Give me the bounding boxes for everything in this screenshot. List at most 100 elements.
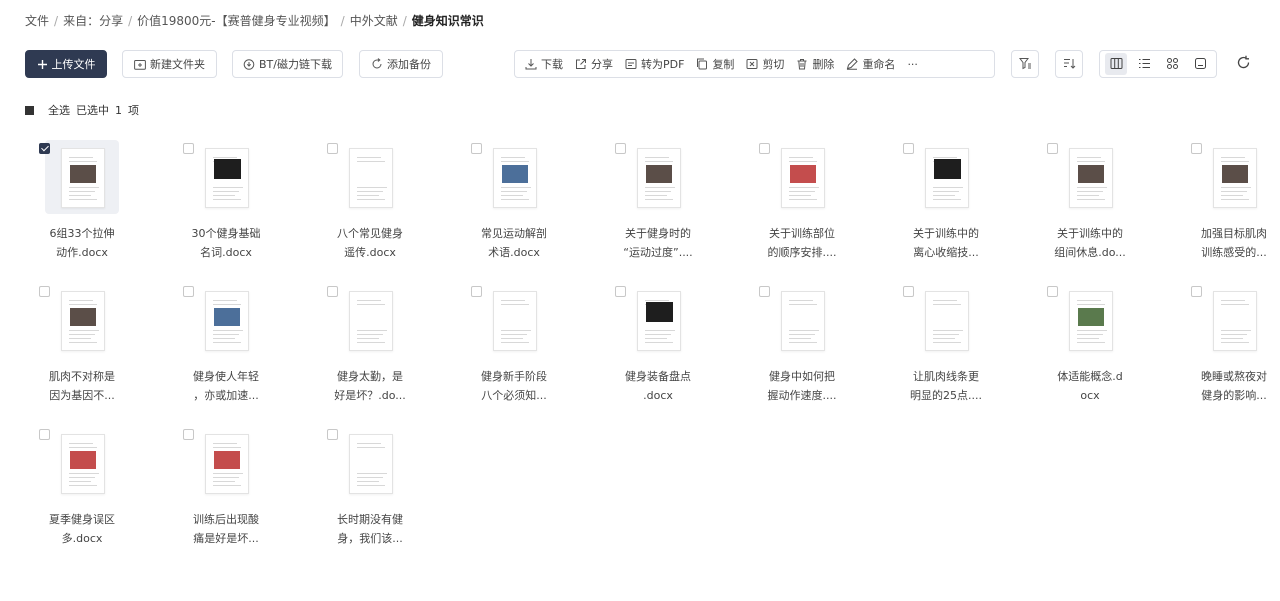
file-checkbox[interactable] — [183, 143, 194, 154]
filter-icon — [1018, 55, 1032, 74]
file-name-line-2: 八个必须知... — [481, 389, 547, 402]
file-item[interactable]: 健身中如何把 握动作速度.... — [730, 281, 874, 424]
file-name-line-1: 健身装备盘点 — [625, 370, 691, 383]
file-item[interactable]: 30个健身基础 名词.docx — [154, 138, 298, 281]
file-item[interactable]: 关于训练中的 组间休息.do... — [1018, 138, 1162, 281]
delete-button[interactable]: 删除 — [796, 56, 834, 72]
breadcrumb-item-current: 健身知识常识 — [411, 14, 484, 28]
breadcrumb-item-files[interactable]: 文件 — [25, 14, 49, 28]
file-checkbox[interactable] — [1191, 143, 1202, 154]
convert-pdf-button[interactable]: 转为PDF — [625, 56, 684, 72]
file-item[interactable]: 体适能概念.d ocx — [1018, 281, 1162, 424]
file-item[interactable]: 长时期没有健 身，我们该... — [298, 424, 442, 567]
file-item[interactable]: 健身使人年轻 ，亦或加速... — [154, 281, 298, 424]
file-item[interactable]: 6组33个拉伸 动作.docx — [10, 138, 154, 281]
file-name: 晚睡或熬夜对 健身的影响... — [1162, 367, 1280, 405]
file-item[interactable]: 健身太勤，是 好是坏？.do... — [298, 281, 442, 424]
copy-button[interactable]: 复制 — [696, 56, 734, 72]
file-name-line-2: 离心收缩技... — [913, 246, 979, 259]
file-name-line-1: 加强目标肌肉 — [1201, 227, 1267, 240]
file-name-line-2: ，亦或加速... — [193, 389, 259, 402]
copy-icon — [696, 58, 708, 70]
file-checkbox[interactable] — [327, 143, 338, 154]
file-checkbox[interactable] — [1047, 143, 1058, 154]
file-checkbox[interactable] — [615, 143, 626, 154]
download-button[interactable]: 下载 — [525, 56, 563, 72]
list-view-button[interactable] — [1133, 53, 1155, 75]
document-icon — [61, 291, 105, 351]
cut-icon — [746, 58, 758, 70]
select-all-checkbox[interactable] — [25, 105, 34, 115]
file-name: 健身装备盘点 .docx — [586, 367, 730, 405]
sort-button[interactable] — [1055, 50, 1083, 78]
file-item[interactable]: 夏季健身误区 多.docx — [10, 424, 154, 567]
magnet-icon — [243, 58, 255, 70]
breadcrumb-item-folder[interactable]: 价值19800元-【赛普健身专业视频】 — [137, 14, 336, 28]
file-checkbox[interactable] — [39, 143, 50, 154]
file-thumbnail-tile — [183, 426, 263, 500]
refresh-button[interactable] — [1233, 54, 1253, 74]
file-checkbox[interactable] — [471, 286, 482, 297]
file-item[interactable]: 常见运动解剖 术语.docx — [442, 138, 586, 281]
file-name: 加强目标肌肉 训练感受的... — [1162, 224, 1280, 262]
file-thumbnail-tile — [39, 283, 119, 357]
more-button[interactable]: ··· — [907, 58, 918, 71]
file-item[interactable]: 晚睡或熬夜对 健身的影响... — [1162, 281, 1280, 424]
file-checkbox[interactable] — [327, 429, 338, 440]
file-name-line-2: 动作.docx — [56, 246, 108, 259]
file-checkbox[interactable] — [1047, 286, 1058, 297]
file-item[interactable]: 训练后出现酸 痛是好是坏... — [154, 424, 298, 567]
file-checkbox[interactable] — [615, 286, 626, 297]
file-checkbox[interactable] — [903, 143, 914, 154]
file-name: 肌肉不对称是 因为基因不... — [10, 367, 154, 405]
file-checkbox[interactable] — [903, 286, 914, 297]
file-name: 关于训练中的 离心收缩技... — [874, 224, 1018, 262]
file-checkbox[interactable] — [759, 286, 770, 297]
file-thumbnail-tile — [39, 426, 119, 500]
file-item[interactable]: 八个常见健身 遥传.docx — [298, 138, 442, 281]
file-name-line-2: 训练感受的... — [1201, 246, 1267, 259]
file-item[interactable]: 肌肉不对称是 因为基因不... — [10, 281, 154, 424]
select-all-label[interactable]: 全选 — [48, 102, 70, 118]
file-item[interactable]: 关于训练部位 的顺序安排.... — [730, 138, 874, 281]
file-thumbnail-tile — [1047, 283, 1127, 357]
file-item[interactable]: 健身装备盘点 .docx — [586, 281, 730, 424]
grid-view-button[interactable] — [1161, 53, 1183, 75]
new-folder-button[interactable]: 新建文件夹 — [122, 50, 217, 78]
file-grid: 6组33个拉伸 动作.docx 30个健身基础 名词.docx 八个常见健身 遥传.doc… — [0, 138, 1280, 567]
file-checkbox[interactable] — [183, 429, 194, 440]
add-backup-button[interactable]: 添加备份 — [359, 50, 443, 78]
file-checkbox[interactable] — [183, 286, 194, 297]
share-button[interactable]: 分享 — [575, 56, 613, 72]
column-view-button[interactable] — [1105, 53, 1127, 75]
selection-bar: 全选 已选中 1 项 — [25, 102, 145, 118]
file-checkbox[interactable] — [327, 286, 338, 297]
file-item[interactable]: 健身新手阶段 八个必须知... — [442, 281, 586, 424]
file-item[interactable]: 让肌肉线条更 明显的25点.... — [874, 281, 1018, 424]
cut-button[interactable]: 剪切 — [746, 56, 784, 72]
bt-download-button[interactable]: BT/磁力链下载 — [232, 50, 343, 78]
filter-button[interactable] — [1011, 50, 1039, 78]
document-icon — [493, 291, 537, 351]
file-checkbox[interactable] — [471, 143, 482, 154]
file-checkbox[interactable] — [759, 143, 770, 154]
file-item[interactable]: 关于健身时的 “运动过度”.... — [586, 138, 730, 281]
file-item[interactable]: 关于训练中的 离心收缩技... — [874, 138, 1018, 281]
breadcrumb-item-shared[interactable]: 来自：分享 — [63, 14, 123, 28]
grid-icon — [1166, 55, 1179, 74]
file-thumbnail-tile — [39, 140, 119, 214]
file-thumbnail-tile — [327, 426, 407, 500]
file-name-line-2: ocx — [1080, 389, 1100, 402]
file-item[interactable]: 加强目标肌肉 训练感受的... — [1162, 138, 1280, 281]
file-name: 体适能概念.d ocx — [1018, 367, 1162, 405]
file-checkbox[interactable] — [39, 429, 50, 440]
file-checkbox[interactable] — [39, 286, 50, 297]
file-checkbox[interactable] — [1191, 286, 1202, 297]
file-name-line-2: 的顺序安排.... — [767, 246, 837, 259]
upload-button[interactable]: 上传文件 — [25, 50, 107, 78]
file-name-line-1: 长时期没有健 — [337, 513, 403, 526]
file-name: 健身使人年轻 ，亦或加速... — [154, 367, 298, 405]
rename-button[interactable]: 重命名 — [846, 56, 895, 72]
preview-view-button[interactable] — [1189, 53, 1211, 75]
breadcrumb-item-subfolder[interactable]: 中外文献 — [350, 14, 398, 28]
